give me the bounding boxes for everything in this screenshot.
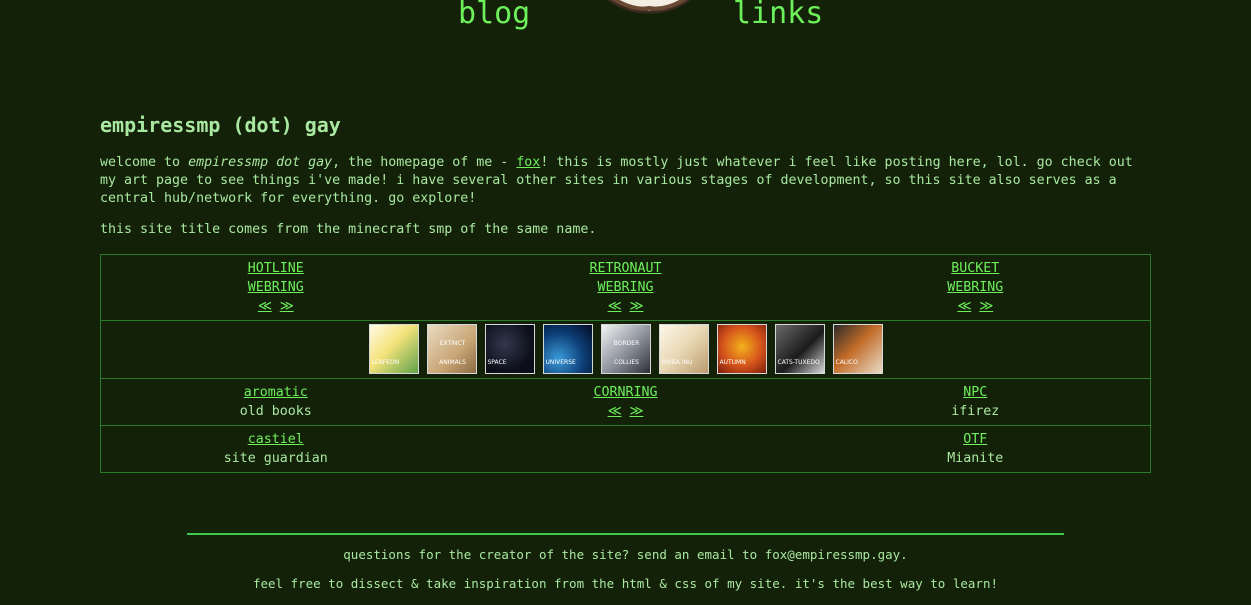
webring-table: HOTLINE WEBRING ≪ ≫ RETRONAUT WEBRING ≪ ≫ BU… [100, 254, 1151, 473]
retronaut-prev-link[interactable]: ≪ [608, 299, 622, 314]
intro-mid: , the homepage of me - [332, 155, 517, 170]
stamp-border-collies[interactable]: BORDER COLLIES [600, 324, 651, 374]
stamp-cats-tuxedo[interactable]: CATS-TUXEDO [774, 324, 825, 374]
stamp-leafeon[interactable]: LEAFEON [368, 324, 419, 374]
webring-cell-castiel: castiel site guardian [100, 425, 451, 473]
nav-blog-link[interactable]: blog [458, 0, 530, 31]
hotline-next-link[interactable]: ≫ [280, 299, 294, 314]
bucket-prev-link[interactable]: ≪ [957, 299, 971, 314]
stamp-calico[interactable]: CALICO [832, 324, 883, 374]
site-logo[interactable] [590, 0, 708, 14]
aromatic-link[interactable]: aromatic [244, 385, 308, 400]
castiel-sub: site guardian [223, 451, 328, 466]
otf-link[interactable]: OTF [963, 432, 987, 447]
footer-contact: questions for the creator of the site? s… [343, 547, 908, 562]
webring-cell-aromatic: aromatic old books [100, 378, 451, 426]
webring-row: castiel site guardian OTF Mianite [100, 425, 1151, 473]
stamp-row: LEAFEON EXTINCT ANIMALS SPACE UNIVERSE B… [100, 320, 1151, 379]
otf-sub: Mianite [947, 451, 1004, 466]
footer-inspiration: feel free to dissect & take inspiration … [252, 576, 999, 591]
castiel-link[interactable]: castiel [248, 432, 304, 447]
webring-cell-otf: OTF Mianite [800, 425, 1151, 473]
npc-link[interactable]: NPC [963, 385, 987, 400]
webring-cell-retronaut: RETRONAUT WEBRING ≪ ≫ [450, 254, 801, 321]
webring-cell-npc: NPC ifirez [800, 378, 1151, 426]
stamp-extinct-animals[interactable]: EXTINCT ANIMALS [426, 324, 477, 374]
webring-row: HOTLINE WEBRING ≪ ≫ RETRONAUT WEBRING ≪ ≫ BU… [100, 254, 1151, 321]
webring-cell-cornring: CORNRING ≪ ≫ [450, 378, 801, 426]
stamp-space[interactable]: SPACE [484, 324, 535, 374]
stamp-cell: LEAFEON EXTINCT ANIMALS SPACE UNIVERSE B… [100, 320, 1151, 379]
hotline-prev-link[interactable]: ≪ [258, 299, 272, 314]
stamp-list: LEAFEON EXTINCT ANIMALS SPACE UNIVERSE B… [101, 324, 1150, 374]
webring-row: aromatic old books CORNRING ≪ ≫ NPC ifire… [100, 378, 1151, 426]
hotline-webring-link[interactable]: HOTLINE WEBRING [248, 261, 304, 295]
retronaut-next-link[interactable]: ≫ [630, 299, 644, 314]
webring-cell-hotline: HOTLINE WEBRING ≪ ≫ [100, 254, 451, 321]
intro-site-name: empiressmp dot gay [188, 155, 333, 170]
bucket-next-link[interactable]: ≫ [979, 299, 993, 314]
stamp-universe[interactable]: UNIVERSE [542, 324, 593, 374]
webring-cell-bucket: BUCKET WEBRING ≪ ≫ [800, 254, 1151, 321]
npc-sub: ifirez [951, 404, 1000, 419]
cornring-next-link[interactable]: ≫ [630, 404, 644, 419]
webring-cell-empty [450, 425, 801, 473]
nav-links-link[interactable]: links [733, 0, 823, 31]
fox-link[interactable]: fox [516, 155, 540, 170]
stamp-autumn[interactable]: AUTUMN [716, 324, 767, 374]
top-nav: blog links [0, 0, 1251, 60]
intro-prefix: welcome to [100, 155, 189, 170]
page-title: empiressmp (dot) gay [100, 113, 341, 137]
site-title-note: this site title comes from the minecraft… [100, 222, 597, 237]
aromatic-sub: old books [239, 404, 312, 419]
cornring-link[interactable]: CORNRING [593, 385, 657, 400]
main-content: empiressmp (dot) gay welcome to empiress… [100, 110, 1151, 473]
footer-divider [187, 533, 1064, 535]
stamp-shiba-inu[interactable]: SHIBA INU [658, 324, 709, 374]
cornring-prev-link[interactable]: ≪ [608, 404, 622, 419]
retronaut-webring-link[interactable]: RETRONAUT WEBRING [589, 261, 661, 295]
intro-paragraph: welcome to empiressmp dot gay, the homep… [100, 154, 1151, 208]
bucket-webring-link[interactable]: BUCKET WEBRING [947, 261, 1003, 295]
